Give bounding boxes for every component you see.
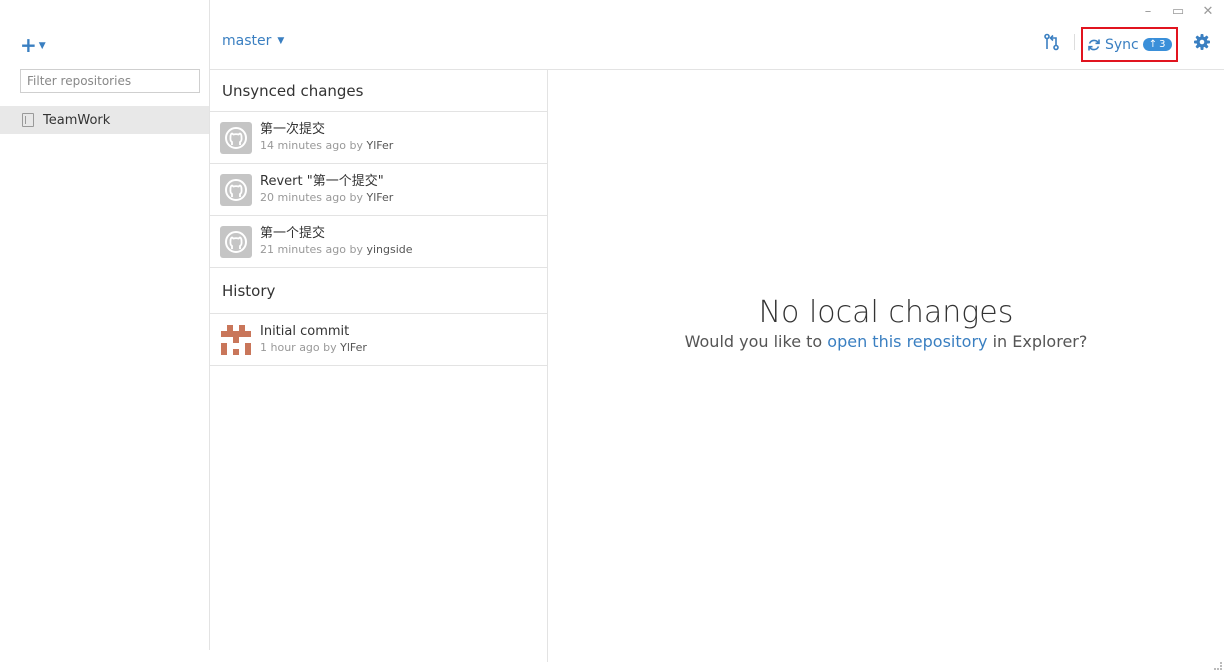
arrow-up-icon: ↑ <box>1148 39 1158 50</box>
repo-icon <box>22 113 34 127</box>
avatar <box>220 121 252 154</box>
avatar <box>220 323 252 356</box>
identicon-icon <box>221 324 251 355</box>
avatar <box>220 173 252 206</box>
commit-meta: 1 hour ago by YlFer <box>260 341 367 354</box>
commit-message: Initial commit <box>260 324 350 339</box>
pull-request-icon[interactable] <box>1043 33 1061 51</box>
commit-meta: 21 minutes ago by yingside <box>260 243 413 256</box>
sync-count-badge: ↑ 3 <box>1142 38 1172 51</box>
open-repository-link[interactable]: open this repository <box>827 332 987 351</box>
commit-message: 第一次提交 <box>260 122 326 137</box>
commit-author: YlFer <box>340 341 367 354</box>
no-local-changes-subtitle: Would you like to open this repository i… <box>684 332 1088 351</box>
top-bar: master ▼ Sync ↑ 3 <box>210 0 1224 70</box>
avatar <box>220 225 252 258</box>
caret-down-icon: ▼ <box>277 36 285 46</box>
commit-row[interactable]: Revert "第一个提交" 20 minutes ago by YlFer <box>210 164 547 216</box>
sync-icon <box>1088 39 1100 50</box>
commit-row[interactable]: 第一个提交 21 minutes ago by yingside <box>210 216 547 268</box>
branch-name: master <box>222 33 272 49</box>
unsynced-changes-header: Unsynced changes <box>210 70 547 112</box>
sidebar: + ▼ TeamWork <box>0 0 210 650</box>
changes-list: Unsynced changes 第一次提交 14 minutes ago by… <box>210 70 548 662</box>
plus-icon: + <box>20 33 37 57</box>
gear-icon[interactable] <box>1193 33 1211 51</box>
app-window: – ▭ ✕ + ▼ TeamWork master ▼ <box>0 0 1224 672</box>
sync-count: 3 <box>1159 39 1166 50</box>
github-octocat-icon <box>225 126 247 149</box>
commit-meta: 14 minutes ago by YlFer <box>260 139 394 152</box>
commit-row[interactable]: Initial commit 1 hour ago by YlFer <box>210 314 547 366</box>
no-local-changes-title: No local changes <box>758 295 1014 330</box>
branch-selector[interactable]: master ▼ <box>222 33 284 49</box>
toolbar-divider <box>1074 34 1075 50</box>
commit-author: yingside <box>366 243 413 256</box>
github-octocat-icon <box>225 230 247 253</box>
commit-author: YlFer <box>366 191 394 204</box>
sync-button[interactable]: Sync ↑ 3 <box>1081 27 1178 62</box>
caret-down-icon: ▼ <box>38 41 46 51</box>
commit-author: YlFer <box>366 139 394 152</box>
main-pane: No local changes Would you like to open … <box>548 70 1224 662</box>
filter-repositories-input[interactable] <box>20 69 200 93</box>
repo-item-teamwork[interactable]: TeamWork <box>0 106 209 134</box>
commit-message: Revert "第一个提交" <box>260 174 384 189</box>
repo-name: TeamWork <box>43 112 111 128</box>
resize-grip[interactable] <box>1214 662 1222 670</box>
commit-message: 第一个提交 <box>260 226 326 241</box>
github-octocat-icon <box>225 178 247 201</box>
add-repository-button[interactable]: + ▼ <box>20 33 46 57</box>
commit-meta: 20 minutes ago by YlFer <box>260 191 394 204</box>
sync-label: Sync <box>1105 36 1139 53</box>
history-header: History <box>210 268 547 314</box>
commit-row[interactable]: 第一次提交 14 minutes ago by YlFer <box>210 112 547 164</box>
